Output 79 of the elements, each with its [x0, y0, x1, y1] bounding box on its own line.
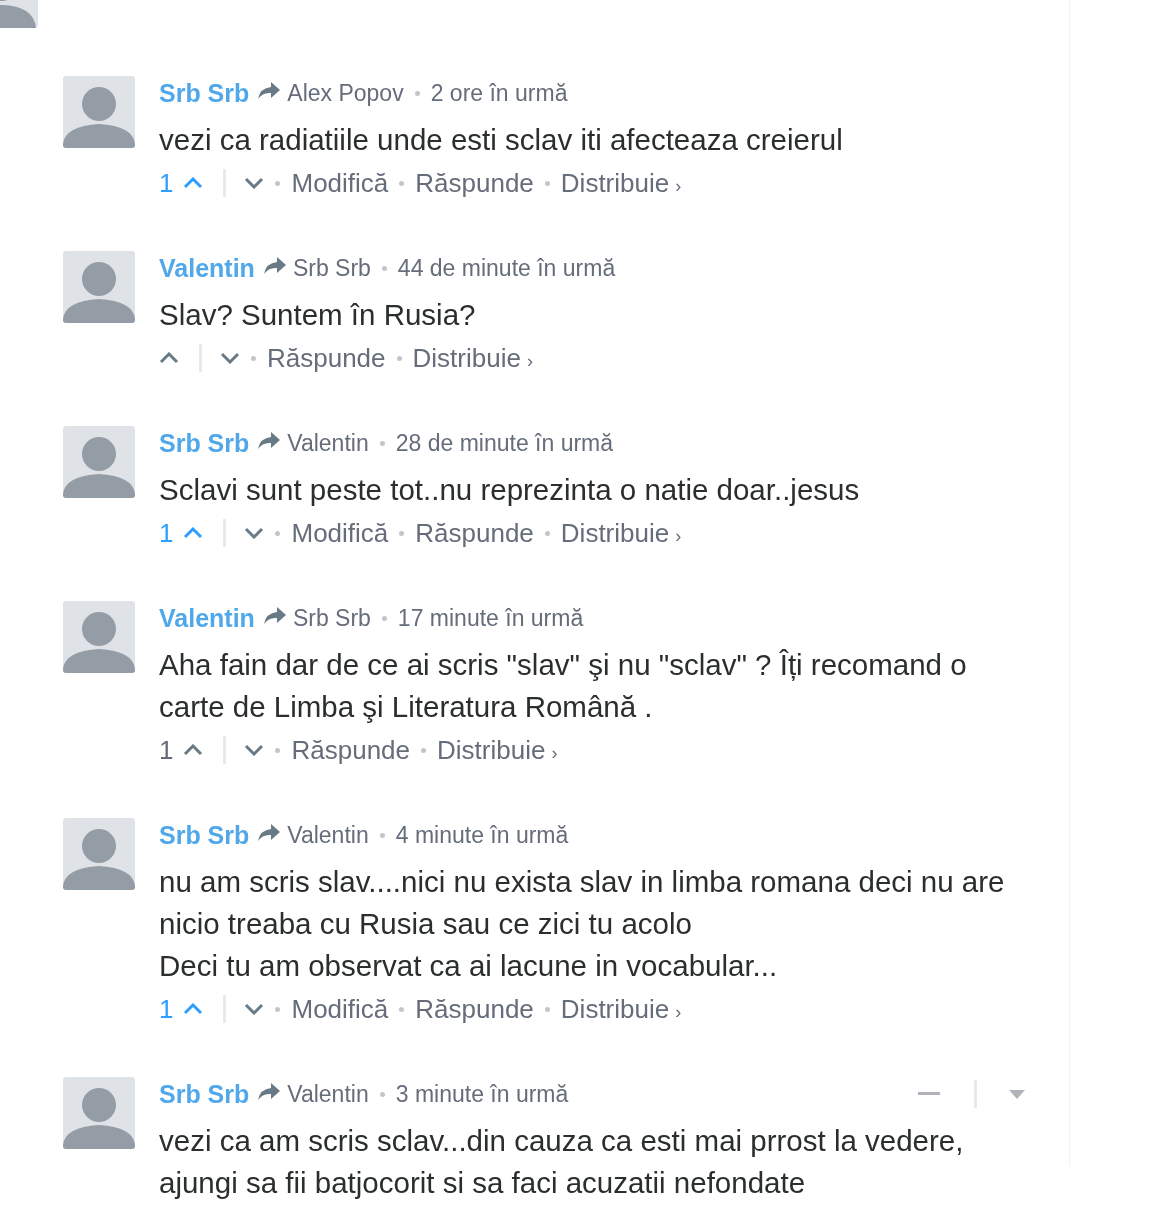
share-link[interactable]: Distribuie › — [412, 342, 533, 374]
upvote-icon[interactable] — [183, 1003, 204, 1015]
timestamp-link[interactable]: 2 ore în urmă — [430, 79, 568, 107]
reply-arrow-icon — [257, 1082, 282, 1102]
timestamp-link[interactable]: 44 de minute în urmă — [397, 254, 616, 282]
separator-dot — [275, 747, 281, 753]
reply-arrow-icon — [257, 823, 282, 843]
separator-dot — [396, 355, 402, 361]
comment-text: Sclavi sunt peste tot..nu reprezinta o natie doar..jesus — [159, 472, 861, 508]
separator-dot — [421, 747, 426, 753]
comment-text: vezi ca am scris sclav...din cauza ca esti mai prrost la vedere, ajungi sa fii batjocorit si sa faci acuzatii nefondate — [159, 1123, 965, 1201]
collapse-icon[interactable] — [918, 1092, 940, 1096]
comment-text: nu am scris slav....nici nu exista slav in limba romana deci nu are nicio treaba cu Rusia sau ce zici tu acolo — [159, 864, 1006, 942]
separator-dot — [399, 180, 405, 186]
parent-author-link[interactable]: Srb Srb — [292, 604, 371, 632]
separator-dot — [544, 1006, 550, 1012]
separator-dot — [275, 180, 281, 186]
parent-author-link[interactable]: Alex Popov — [287, 79, 404, 107]
share-link[interactable]: Distribuie › — [560, 517, 682, 549]
downvote-icon[interactable] — [244, 744, 265, 756]
avatar-icon[interactable] — [63, 818, 135, 890]
reply-link[interactable]: Răspunde — [267, 342, 386, 374]
separator-dot — [379, 1091, 385, 1097]
edit-link[interactable]: Modifică — [291, 517, 389, 549]
separator-dot — [379, 832, 385, 838]
downvote-icon[interactable] — [244, 1003, 265, 1015]
comment-text: Deci tu am observat ca ai lacune in vocabular... — [159, 948, 779, 984]
reply-link[interactable]: Răspunde — [291, 734, 410, 766]
separator-dot — [381, 265, 387, 271]
avatar-icon[interactable] — [63, 76, 135, 148]
separator-dot — [275, 530, 281, 536]
edit-link[interactable]: Modifică — [291, 993, 389, 1025]
reply-link[interactable]: Răspunde — [415, 993, 534, 1025]
separator-dot — [275, 1006, 281, 1012]
separator-dot — [381, 615, 387, 621]
parent-author-link[interactable]: Valentin — [287, 1080, 369, 1108]
separator-dot — [414, 90, 420, 96]
separator-dot — [399, 530, 405, 536]
separator-dot — [544, 180, 550, 186]
downvote-icon[interactable] — [244, 177, 265, 189]
parent-author-link[interactable]: Valentin — [287, 821, 369, 849]
avatar-icon[interactable] — [63, 251, 135, 323]
vote-count: 1 — [159, 517, 174, 549]
share-link[interactable]: Distribuie › — [560, 993, 682, 1025]
vote-count: 1 — [159, 993, 174, 1025]
separator-dot — [379, 440, 385, 446]
separator-dot — [544, 530, 550, 536]
upvote-icon[interactable] — [183, 177, 204, 189]
comment-text: Aha fain dar de ce ai scris "slav" şi nu "sclav" ? Îți recomand o carte de Limba şi Literatura Română . — [159, 647, 968, 725]
reply-arrow-icon — [257, 81, 282, 101]
reply-arrow-icon — [262, 256, 287, 276]
share-link[interactable]: Distribuie › — [560, 167, 682, 199]
timestamp-link[interactable]: 4 minute în urmă — [395, 821, 569, 849]
timestamp-link[interactable]: 17 minute în urmă — [397, 604, 584, 632]
upvote-icon[interactable] — [159, 352, 179, 364]
edit-link[interactable]: Modifică — [291, 167, 389, 199]
parent-author-link[interactable]: Srb Srb — [292, 254, 371, 282]
downvote-icon[interactable] — [220, 352, 240, 364]
reply-arrow-icon — [262, 606, 287, 626]
reply-link[interactable]: Răspunde — [415, 517, 534, 549]
downvote-icon[interactable] — [244, 527, 265, 539]
parent-author-link[interactable]: Valentin — [287, 429, 369, 457]
avatar-icon[interactable] — [63, 426, 135, 498]
comment-text: vezi ca radiatiile unde esti sclav iti afecteaza creierul — [159, 122, 844, 158]
comment-text: Slav? Suntem în Rusia? — [159, 297, 477, 333]
upvote-icon[interactable] — [183, 527, 204, 539]
share-link[interactable]: Distribuie › — [437, 734, 558, 766]
avatar-icon[interactable] — [63, 601, 135, 673]
timestamp-link[interactable]: 3 minute în urmă — [395, 1080, 569, 1108]
vote-count: 1 — [159, 167, 174, 199]
reply-arrow-icon — [257, 431, 282, 451]
separator-dot — [251, 355, 256, 361]
dropdown-icon[interactable] — [1009, 1089, 1025, 1099]
separator-dot — [399, 1006, 405, 1012]
avatar-icon[interactable] — [63, 1077, 135, 1149]
vote-count: 1 — [159, 734, 174, 766]
timestamp-link[interactable]: 28 de minute în urmă — [395, 429, 614, 457]
reply-link[interactable]: Răspunde — [415, 167, 534, 199]
upvote-icon[interactable] — [183, 744, 204, 756]
